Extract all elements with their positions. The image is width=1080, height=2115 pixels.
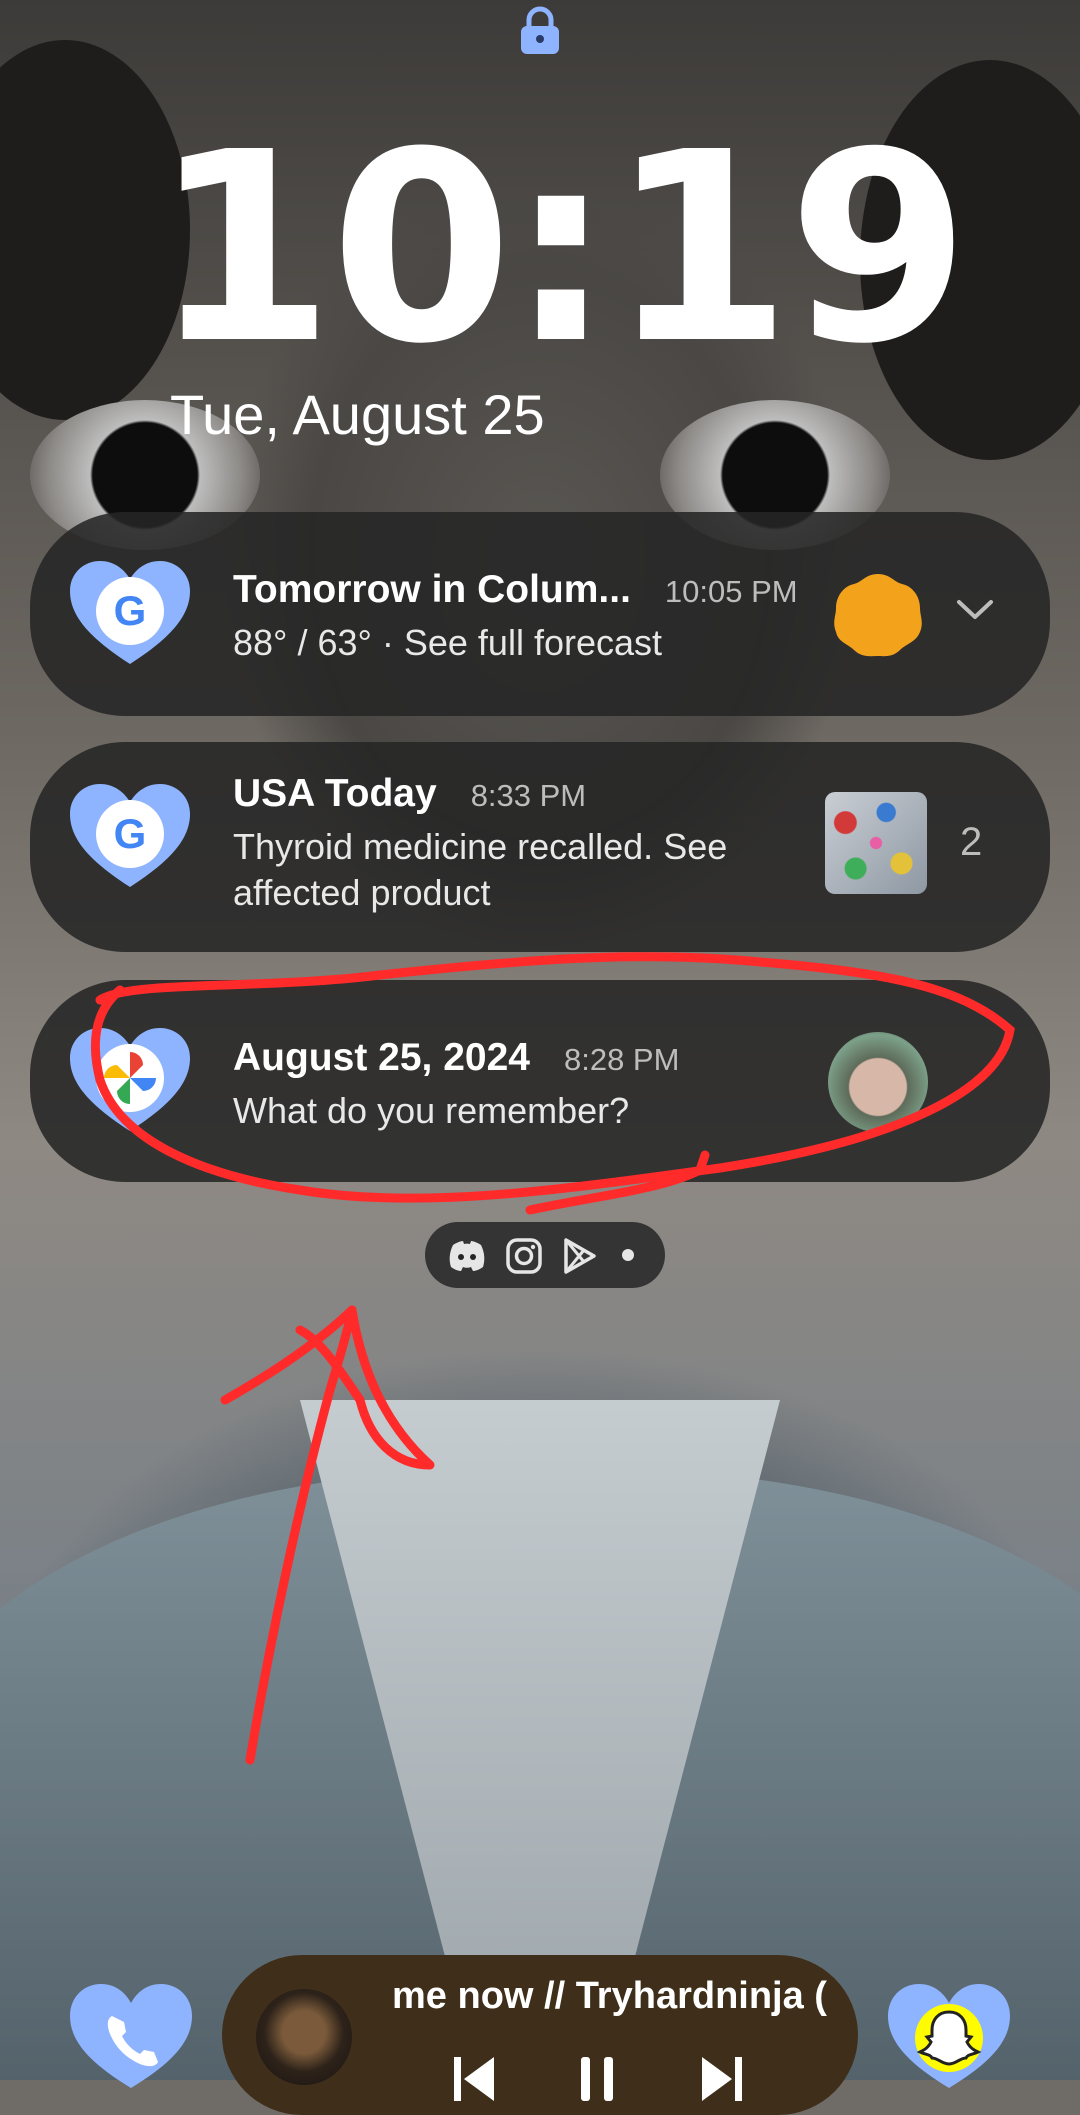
more-dot-icon (622, 1249, 634, 1261)
media-title: me now // Tryhardninja ( (392, 1975, 827, 2017)
svg-text:G: G (114, 810, 147, 857)
notification-time: 8:33 PM (470, 778, 587, 813)
notification-time: 8:28 PM (563, 1042, 680, 1077)
instagram-icon (506, 1238, 542, 1274)
google-app-icon: G (70, 561, 190, 664)
pills-thumbnail (825, 792, 927, 894)
pause-icon[interactable] (577, 2053, 617, 2103)
phone-icon[interactable] (68, 1982, 194, 2092)
next-icon[interactable] (700, 2053, 744, 2103)
notification-usa-today[interactable]: G USA Today 8:33 PM Thyroid medicine rec… (30, 742, 1050, 952)
notification-title: Tomorrow in Colum... (233, 568, 631, 611)
notification-weather[interactable]: G Tomorrow in Colum... 10:05 PM 88° / 63… (30, 512, 1050, 716)
notification-body: Thyroid medicine recalled. See affected … (233, 826, 728, 913)
album-art (256, 1989, 352, 2085)
clock-time: 10:19 (152, 96, 970, 401)
discord-icon (449, 1241, 485, 1271)
lock-icon[interactable] (519, 6, 561, 56)
sun-icon (834, 574, 922, 657)
previous-icon[interactable] (452, 2053, 496, 2103)
chevron-down-icon[interactable] (956, 598, 994, 622)
notification-time: 10:05 PM (664, 574, 798, 609)
notification-photos-memory[interactable]: August 25, 2024 8:28 PM What do you reme… (30, 980, 1050, 1182)
notification-title: August 25, 2024 (233, 1036, 530, 1079)
lockscreen-clock: 10:19 (0, 118, 1080, 380)
snapchat-icon[interactable] (886, 1982, 1012, 2092)
more-notifications-icons[interactable] (425, 1222, 665, 1288)
svg-text:G: G (114, 587, 147, 634)
notification-title: USA Today (233, 772, 437, 815)
memory-avatar (828, 1032, 928, 1132)
google-app-icon: G (70, 784, 190, 887)
notification-count: 2 (960, 820, 983, 864)
lockscreen-date: Tue, August 25 (170, 383, 545, 446)
notification-body: 88° / 63° · See full forecast (233, 622, 663, 663)
media-player[interactable]: me now // Tryhardninja ( (222, 1955, 858, 2115)
play-store-icon (564, 1238, 596, 1274)
google-photos-icon (70, 1028, 190, 1131)
notification-body: What do you remember? (233, 1090, 630, 1131)
